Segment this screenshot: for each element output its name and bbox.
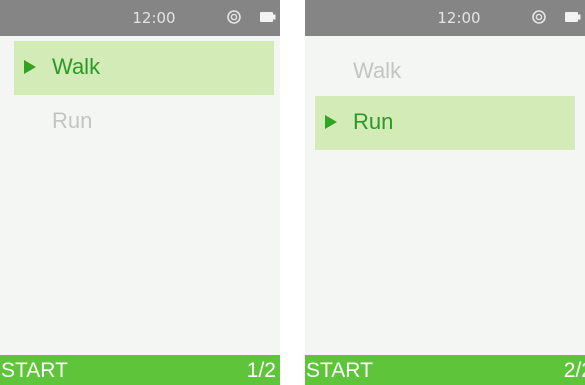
status-bar: 12:00 (305, 0, 585, 36)
page-indicator: 1/2 (246, 359, 276, 382)
selection-arrow-icon (325, 115, 337, 129)
target-icon (227, 10, 241, 24)
device-screen-1: 12:00 Walk Run START 1/2 (0, 0, 280, 385)
start-softkey[interactable]: START (1, 359, 68, 383)
softkey-bar: START 2/2 (305, 355, 585, 385)
page-indicator: 2/2 (563, 359, 585, 382)
battery-icon (565, 12, 581, 22)
menu-item-walk[interactable]: Walk (14, 41, 274, 95)
softkey-bar: START 1/2 (0, 355, 280, 385)
device-screen-2: 12:00 Walk Run START 2/2 (305, 0, 585, 385)
menu-item-run[interactable]: Run (315, 96, 575, 150)
start-softkey[interactable]: START (306, 359, 373, 383)
menu-item-label: Walk (353, 58, 402, 83)
target-icon (532, 10, 546, 24)
status-bar: 12:00 (0, 0, 280, 36)
menu-item-label: Walk (52, 54, 101, 79)
menu-item-run[interactable]: Run (14, 95, 274, 149)
menu-item-label: Run (353, 109, 394, 134)
battery-icon (260, 12, 276, 22)
menu-item-label: Run (52, 108, 93, 133)
menu-item-walk[interactable]: Walk (315, 45, 575, 99)
selection-arrow-icon (24, 60, 36, 74)
